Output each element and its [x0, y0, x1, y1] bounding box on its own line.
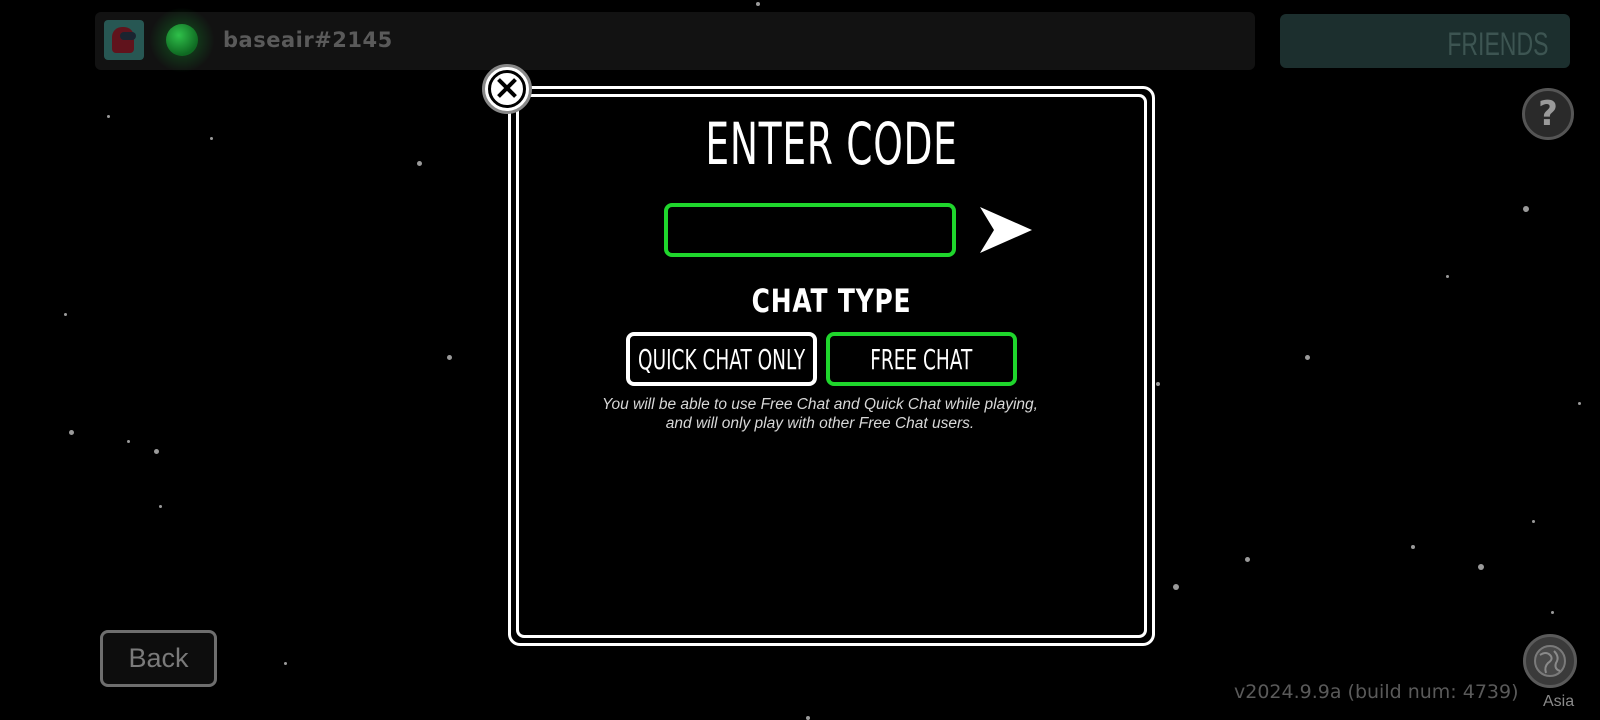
star	[284, 662, 287, 665]
online-status-icon	[166, 24, 198, 56]
star	[1411, 545, 1415, 549]
quick-chat-only-label: QUICK CHAT ONLY	[637, 342, 806, 376]
star	[1523, 206, 1529, 212]
star	[1578, 402, 1581, 405]
star	[1532, 520, 1535, 523]
crewmate-visor	[120, 32, 136, 40]
star	[1156, 382, 1160, 386]
star	[127, 440, 130, 443]
chat-type-description: You will be able to use Free Chat and Qu…	[602, 396, 1038, 432]
star	[1446, 275, 1449, 278]
star	[107, 115, 110, 118]
star	[756, 2, 760, 6]
star	[159, 505, 162, 508]
star	[1478, 564, 1484, 570]
friends-button[interactable]: FRIENDS	[1280, 14, 1570, 68]
globe-icon	[1534, 645, 1566, 677]
back-button[interactable]: Back	[100, 630, 217, 687]
quick-chat-only-button[interactable]: QUICK CHAT ONLY	[626, 332, 817, 386]
back-label: Back	[128, 643, 189, 673]
star	[1551, 611, 1554, 614]
star	[1245, 557, 1250, 562]
game-code-input[interactable]	[664, 203, 956, 257]
friends-label: FRIENDS	[1446, 26, 1548, 62]
star	[69, 430, 74, 435]
version-label: v2024.9.9a (build num: 4739)	[1234, 681, 1519, 703]
star	[1173, 584, 1179, 590]
star	[806, 716, 810, 720]
region-button[interactable]	[1523, 634, 1577, 688]
question-icon[interactable]: ?	[1522, 88, 1574, 140]
star	[417, 161, 422, 166]
star	[154, 449, 159, 454]
star	[1305, 355, 1310, 360]
crewmate-body	[112, 27, 134, 53]
username: baseair#2145	[223, 28, 393, 52]
free-chat-label: FREE CHAT	[870, 342, 973, 376]
arrow-right-icon[interactable]	[978, 203, 1034, 257]
crewmate-icon[interactable]	[104, 20, 144, 60]
region-label: Asia	[1543, 693, 1575, 710]
chat-type-heading: CHAT TYPE	[751, 282, 912, 320]
free-chat-button[interactable]: FREE CHAT	[826, 332, 1017, 386]
dialog-title: ENTER CODE	[705, 110, 958, 178]
star	[64, 313, 67, 316]
star	[447, 355, 452, 360]
close-icon[interactable]	[482, 64, 532, 114]
star	[210, 137, 213, 140]
